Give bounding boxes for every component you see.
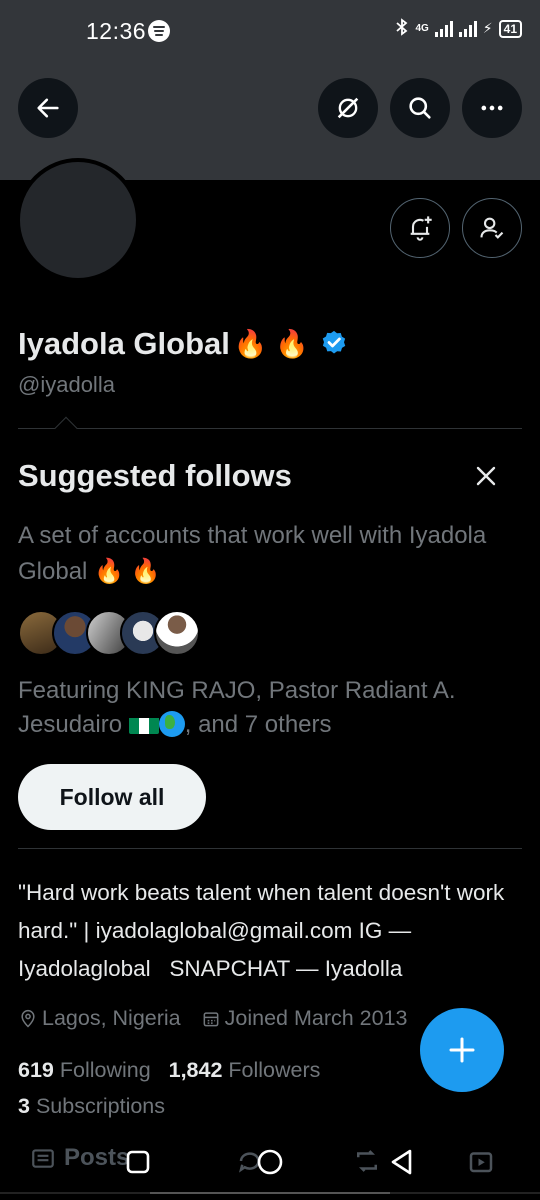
recents-nav-icon[interactable] xyxy=(120,1144,156,1180)
calendar-icon xyxy=(203,1011,219,1026)
network-label: 4G xyxy=(415,23,429,34)
status-time: 12:36 xyxy=(86,18,147,44)
following-button[interactable] xyxy=(462,198,522,258)
user-check-icon xyxy=(480,217,504,239)
follow-all-button[interactable]: Follow all xyxy=(18,764,206,830)
tab-posts[interactable]: Posts xyxy=(30,1144,129,1172)
follow-stats: 619 Following 1,842 Followers xyxy=(18,1058,320,1083)
home-nav-icon[interactable] xyxy=(252,1144,288,1180)
profile-joined: Joined March 2013 xyxy=(224,1006,408,1030)
spotify-icon xyxy=(148,20,170,42)
avatar[interactable] xyxy=(16,158,140,282)
featuring-others: , and 7 others xyxy=(184,711,332,738)
divider xyxy=(18,848,522,849)
media-icon[interactable] xyxy=(466,1146,496,1176)
signal-icon-2 xyxy=(458,20,477,37)
status-icons: 4G ⚡ 41 xyxy=(395,18,522,39)
grok-icon xyxy=(337,97,359,119)
divider xyxy=(18,428,522,429)
posts-icon xyxy=(32,1149,54,1168)
location-icon xyxy=(21,1009,35,1028)
more-button[interactable] xyxy=(462,78,522,138)
subscriptions-label: Subscriptions xyxy=(35,1094,166,1118)
subscriptions-count: 3 xyxy=(18,1094,30,1118)
followers-label: Followers xyxy=(228,1058,321,1082)
profile-name: Iyadola Global 🔥 🔥 xyxy=(18,326,349,362)
profile-bio: "Hard work beats talent when talent does… xyxy=(18,880,511,981)
name-emoji: 🔥 🔥 xyxy=(233,329,309,359)
back-button[interactable] xyxy=(18,78,78,138)
globe-icon xyxy=(158,711,185,737)
card-pointer xyxy=(54,416,78,440)
suggested-avatar[interactable] xyxy=(154,610,200,656)
search-button[interactable] xyxy=(390,78,450,138)
plus-icon xyxy=(449,1037,475,1063)
following-link[interactable]: 619 Following xyxy=(18,1058,151,1082)
battery-icon: 41 xyxy=(498,19,522,38)
notifications-button[interactable] xyxy=(390,198,450,258)
bluetooth-icon xyxy=(395,18,409,39)
suggested-avatars[interactable] xyxy=(18,610,200,656)
back-nav-icon[interactable] xyxy=(384,1144,420,1180)
following-count: 619 xyxy=(18,1058,54,1082)
profile-meta: Lagos, Nigeria Joined March 2013 xyxy=(18,1006,408,1031)
display-name: Iyadola Global xyxy=(18,326,230,361)
arrow-left-icon xyxy=(37,98,59,118)
gesture-bar xyxy=(0,1192,540,1194)
search-icon xyxy=(409,97,431,119)
signal-icon xyxy=(434,20,453,37)
profile-handle: @iyadolla xyxy=(18,372,115,397)
suggested-description-emoji: 🔥 🔥 xyxy=(94,558,161,585)
charging-icon: ⚡ xyxy=(482,20,493,36)
suggested-follows-title: Suggested follows xyxy=(18,458,292,493)
profile-location: Lagos, Nigeria xyxy=(42,1006,181,1030)
compose-button[interactable] xyxy=(420,1008,504,1092)
followers-link[interactable]: 1,842 Followers xyxy=(169,1058,321,1082)
close-suggestions-button[interactable] xyxy=(470,460,502,492)
grok-button[interactable] xyxy=(318,78,378,138)
reposts-icon[interactable] xyxy=(352,1146,382,1176)
more-icon xyxy=(481,105,503,111)
subscriptions-link[interactable]: 3 Subscriptions xyxy=(18,1094,165,1119)
bell-plus-icon xyxy=(410,216,432,241)
verified-badge-icon[interactable] xyxy=(319,329,349,359)
featuring-text: Featuring KING RAJO, Pastor Radiant A. J… xyxy=(18,674,518,742)
followers-count: 1,842 xyxy=(168,1058,223,1082)
following-label: Following xyxy=(59,1058,151,1082)
close-icon xyxy=(476,466,496,486)
nigeria-flag-icon xyxy=(128,714,159,734)
suggested-description: A set of accounts that work well with Iy… xyxy=(18,518,518,590)
suggested-description-text: A set of accounts that work well with Iy… xyxy=(18,522,487,585)
